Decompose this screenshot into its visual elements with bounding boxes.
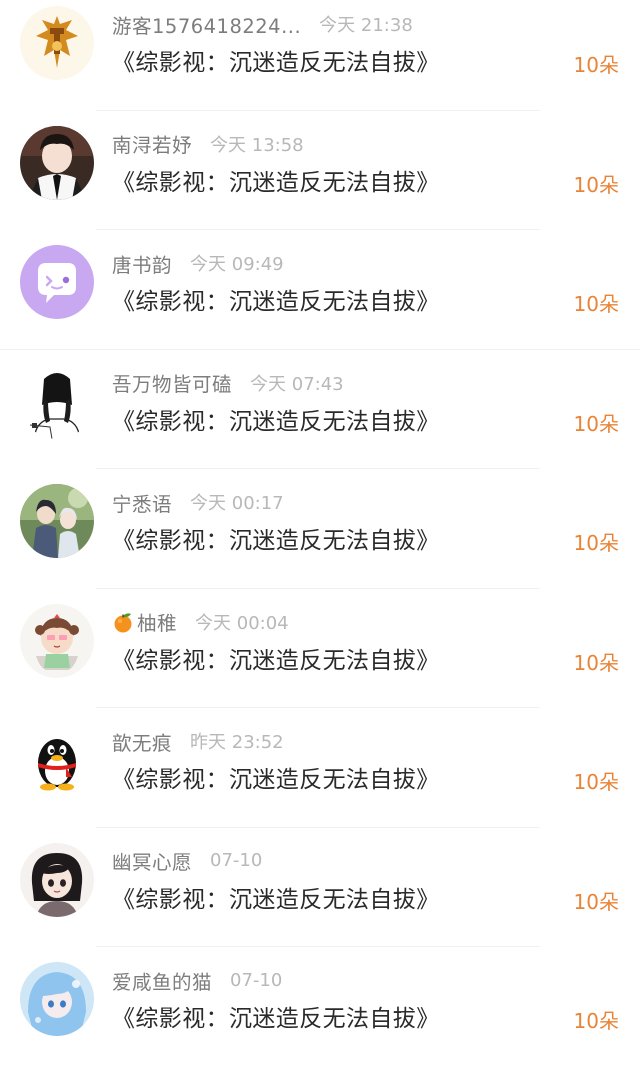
username[interactable]: 幽冥心愿 [112,846,192,875]
book-title[interactable]: 《综影视：沉迷造反无法自拔》 [112,163,440,197]
book-title[interactable]: 《综影视：沉迷造反无法自拔》 [112,521,440,555]
purple-chat-bubble-avatar-icon[interactable] [20,245,94,319]
anime-girl-avatar-icon[interactable] [20,842,94,917]
username[interactable]: 柚稚 [137,607,177,636]
book-title[interactable]: 《综影视：沉迷造反无法自拔》 [112,402,440,436]
timestamp: 今天 13:58 [210,134,304,156]
list-item[interactable]: 爱咸鱼的猫 07-10 《综影视：沉迷造反无法自拔》 10朵 [0,947,640,1065]
username[interactable]: 南浔若妤 [112,129,192,158]
item-meta: 爱咸鱼的猫 07-10 [112,965,282,995]
username[interactable]: 宁悉语 [112,488,172,517]
item-meta: 吾万物皆可磕 今天 07:43 [112,368,344,398]
gift-count: 10朵 [573,770,619,794]
list-item[interactable]: 吾万物皆可磕 今天 07:43 《综影视：沉迷造反无法自拔》 10朵 [0,350,640,469]
gift-count: 10朵 [573,889,619,914]
item-meta: 唐书韵 今天 09:49 [112,248,284,278]
timestamp: 昨天 23:52 [190,732,284,753]
timestamp: 今天 09:49 [190,254,284,275]
book-title[interactable]: 《综影视：沉迷造反无法自拔》 [112,43,440,77]
golden-emblem-avatar-icon[interactable] [20,6,94,80]
gift-count: 10朵 [573,53,619,77]
username[interactable]: 唐书韵 [112,249,172,278]
list-item[interactable]: 游客1576418224... 今天 21:38 《综影视：沉迷造反无法自拔》 … [0,0,640,111]
boy-portrait-avatar-icon[interactable] [20,125,94,200]
book-title[interactable]: 《综影视：沉迷造反无法自拔》 [112,641,440,675]
two-characters-avatar-icon[interactable] [20,484,94,558]
timestamp: 今天 00:17 [190,493,284,514]
list-item[interactable]: 歆无痕 昨天 23:52 《综影视：沉迷造反无法自拔》 10朵 [0,708,640,828]
gift-count: 10朵 [573,411,619,436]
item-meta: 幽冥心愿 07-10 [112,846,262,876]
list-item[interactable]: 幽冥心愿 07-10 《综影视：沉迷造反无法自拔》 10朵 [0,828,640,947]
item-meta: 宁悉语 今天 00:17 [112,487,284,517]
gift-record-list: 游客1576418224... 今天 21:38 《综影视：沉迷造反无法自拔》 … [0,0,640,1065]
username[interactable]: 游客1576418224... [112,10,301,39]
list-item[interactable]: 唐书韵 今天 09:49 《综影视：沉迷造反无法自拔》 10朵 [0,230,640,350]
item-meta: 游客1576418224... 今天 21:38 [112,9,413,39]
gift-count: 10朵 [573,531,619,555]
list-item[interactable]: 南浔若妤 今天 13:58 《综影视：沉迷造反无法自拔》 10朵 [0,111,640,230]
timestamp: 今天 21:38 [319,15,413,36]
blue-anime-avatar-icon[interactable] [20,962,94,1036]
book-title[interactable]: 《综影视：沉迷造反无法自拔》 [112,282,440,316]
list-item[interactable]: 柚稚 今天 00:04 《综影视：沉迷造反无法自拔》 10朵 [0,589,640,708]
item-meta: 歆无痕 昨天 23:52 [112,726,284,756]
timestamp: 今天 00:04 [195,612,289,634]
book-title[interactable]: 《综影视：沉迷造反无法自拔》 [112,760,440,794]
list-item[interactable]: 宁悉语 今天 00:17 《综影视：沉迷造反无法自拔》 10朵 [0,469,640,589]
tangerine-emoji-icon [114,612,132,632]
book-title[interactable]: 《综影视：沉迷造反无法自拔》 [112,999,440,1033]
timestamp: 07-10 [230,969,283,991]
timestamp: 今天 07:43 [250,373,344,395]
cartoon-girl-avatar-icon[interactable] [20,603,94,678]
username[interactable]: 歆无痕 [112,727,172,756]
book-title[interactable]: 《综影视：沉迷造反无法自拔》 [112,880,440,914]
gift-count: 10朵 [573,292,619,316]
item-meta: 柚稚 今天 00:04 [112,607,289,637]
qq-penguin-avatar-icon[interactable] [20,723,94,797]
gift-count: 10朵 [573,650,619,675]
item-meta: 南浔若妤 今天 13:58 [112,129,304,159]
braided-girl-sketch-avatar-icon[interactable] [20,364,94,439]
username[interactable]: 吾万物皆可磕 [112,368,232,397]
gift-count: 10朵 [573,1009,619,1033]
username[interactable]: 爱咸鱼的猫 [112,966,212,995]
timestamp: 07-10 [210,850,263,871]
gift-count: 10朵 [573,172,619,197]
